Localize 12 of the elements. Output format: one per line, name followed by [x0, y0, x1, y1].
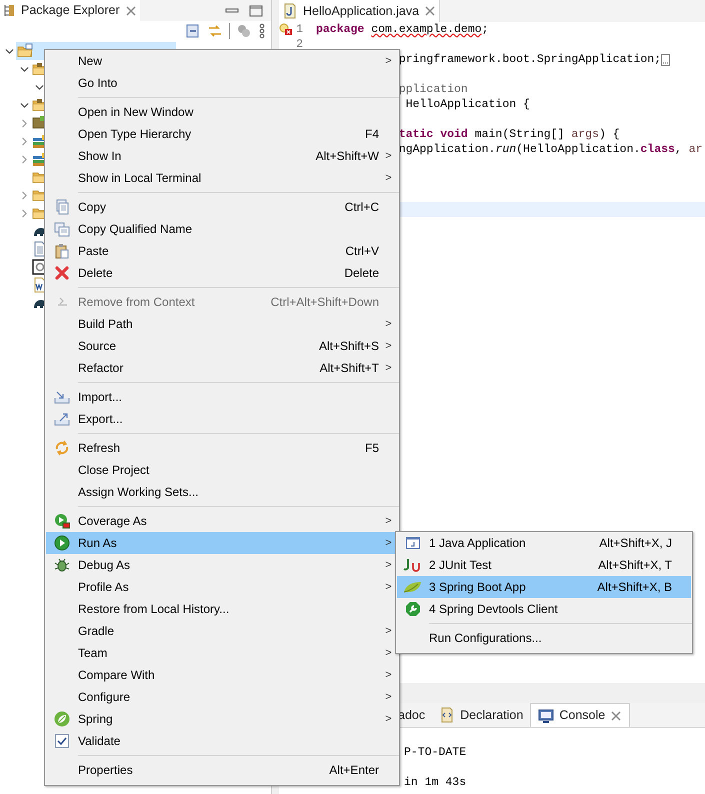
code-line: tatic void main(String[] args) { [398, 126, 620, 143]
code-line: HelloApplication { [404, 96, 530, 113]
line-number: 1 [296, 22, 303, 36]
code-line: pringframework.boot.SpringApplication; [398, 52, 662, 68]
code-line: package com.example.demo; [316, 22, 489, 38]
tab-label: Package Explorer [21, 2, 120, 20]
code-line: ngApplication.run(HelloApplication.class, ar [398, 142, 703, 158]
line-number: 2 [296, 38, 303, 51]
tab-label: HelloApplication.java [303, 2, 420, 20]
console-line: in 1m 43s [404, 774, 466, 791]
code-line: pplication [398, 82, 468, 98]
console-line: P-TO-DATE [404, 744, 466, 761]
